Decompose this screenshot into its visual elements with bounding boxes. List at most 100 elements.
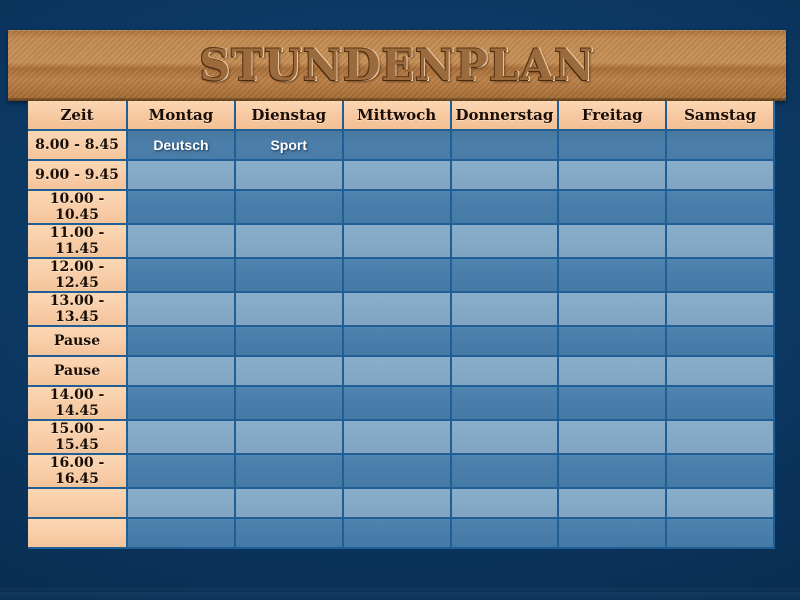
table-row: 9.00 - 9.45: [28, 161, 775, 191]
time-slot-cell[interactable]: 14.00 - 14.45: [28, 387, 129, 421]
subject-cell[interactable]: [559, 327, 668, 357]
time-slot-cell[interactable]: Pause: [28, 327, 129, 357]
subject-cell[interactable]: [451, 161, 560, 191]
subject-cell[interactable]: [235, 259, 344, 293]
subject-cell[interactable]: Sport: [235, 131, 344, 161]
header-row: Zeit Montag Dienstag Mittwoch Donnerstag…: [28, 101, 775, 131]
subject-cell[interactable]: [343, 455, 452, 489]
subject-cell[interactable]: [235, 327, 344, 357]
table-row: 16.00 - 16.45: [28, 455, 775, 489]
subject-cell[interactable]: [667, 225, 775, 259]
subject-cell[interactable]: [667, 161, 775, 191]
time-slot-cell[interactable]: 9.00 - 9.45: [28, 161, 129, 191]
time-slot-cell[interactable]: 13.00 - 13.45: [28, 293, 129, 327]
subject-cell[interactable]: [451, 191, 560, 225]
subject-cell[interactable]: [559, 293, 668, 327]
timetable-body: 8.00 - 8.45 Deutsch Sport 9.00 - 9.45 10.00 …: [28, 131, 775, 549]
subject-cell[interactable]: [128, 225, 236, 259]
subject-cell[interactable]: [559, 489, 668, 519]
subject-cell[interactable]: [235, 161, 344, 191]
subject-cell[interactable]: [235, 455, 344, 489]
subject-cell[interactable]: [667, 131, 775, 161]
subject-cell[interactable]: [343, 387, 452, 421]
timetable-header: Zeit Montag Dienstag Mittwoch Donnerstag…: [28, 101, 775, 131]
time-slot-cell[interactable]: [28, 519, 129, 549]
subject-cell[interactable]: [667, 191, 775, 225]
subject-cell[interactable]: [559, 357, 668, 387]
subject-cell[interactable]: [559, 421, 668, 455]
subject-cell[interactable]: [128, 259, 236, 293]
subject-cell[interactable]: [235, 357, 344, 387]
subject-cell[interactable]: [343, 259, 452, 293]
subject-cell[interactable]: [667, 259, 775, 293]
subject-cell[interactable]: [667, 293, 775, 327]
subject-cell[interactable]: [128, 161, 236, 191]
subject-cell[interactable]: [451, 421, 560, 455]
subject-cell[interactable]: [451, 259, 560, 293]
subject-cell[interactable]: [128, 327, 236, 357]
subject-cell[interactable]: [343, 421, 452, 455]
subject-cell[interactable]: [451, 357, 560, 387]
subject-cell[interactable]: [343, 191, 452, 225]
subject-cell[interactable]: [559, 519, 668, 549]
subject-cell[interactable]: [451, 455, 560, 489]
subject-cell[interactable]: [667, 357, 775, 387]
subject-cell[interactable]: [235, 421, 344, 455]
subject-cell[interactable]: [559, 259, 668, 293]
table-row: 14.00 - 14.45: [28, 387, 775, 421]
subject-cell[interactable]: [667, 387, 775, 421]
subject-cell[interactable]: [451, 293, 560, 327]
subject-cell[interactable]: [128, 421, 236, 455]
subject-cell[interactable]: [235, 191, 344, 225]
time-slot-cell[interactable]: [28, 489, 129, 519]
subject-cell[interactable]: [559, 455, 668, 489]
subject-cell[interactable]: [343, 293, 452, 327]
time-slot-cell[interactable]: 16.00 - 16.45: [28, 455, 129, 489]
subject-cell[interactable]: [451, 131, 560, 161]
subject-cell[interactable]: [667, 489, 775, 519]
time-slot-cell[interactable]: 11.00 - 11.45: [28, 225, 129, 259]
subject-cell[interactable]: [343, 131, 452, 161]
subject-cell[interactable]: [128, 293, 236, 327]
subject-cell[interactable]: [128, 519, 236, 549]
subject-cell[interactable]: [128, 489, 236, 519]
subject-cell[interactable]: [235, 225, 344, 259]
subject-cell[interactable]: [667, 327, 775, 357]
subject-cell[interactable]: [128, 357, 236, 387]
time-slot-cell[interactable]: 8.00 - 8.45: [28, 131, 129, 161]
subject-cell[interactable]: [343, 225, 452, 259]
table-row: 12.00 - 12.45: [28, 259, 775, 293]
subject-cell[interactable]: [559, 225, 668, 259]
subject-cell[interactable]: [235, 293, 344, 327]
time-slot-cell[interactable]: 12.00 - 12.45: [28, 259, 129, 293]
column-header-montag: Montag: [128, 101, 236, 131]
subject-cell[interactable]: [451, 519, 560, 549]
subject-cell[interactable]: [451, 225, 560, 259]
subject-cell[interactable]: [559, 161, 668, 191]
page-title: STUNDENPLAN: [199, 40, 595, 91]
subject-cell[interactable]: [343, 489, 452, 519]
subject-cell[interactable]: [235, 489, 344, 519]
subject-cell[interactable]: [235, 519, 344, 549]
subject-cell[interactable]: [451, 489, 560, 519]
subject-cell[interactable]: [667, 421, 775, 455]
subject-cell[interactable]: [128, 387, 236, 421]
subject-cell[interactable]: [667, 455, 775, 489]
subject-cell[interactable]: [451, 327, 560, 357]
subject-cell[interactable]: [128, 455, 236, 489]
time-slot-cell[interactable]: 15.00 - 15.45: [28, 421, 129, 455]
time-slot-cell[interactable]: 10.00 - 10.45: [28, 191, 129, 225]
subject-cell[interactable]: [128, 191, 236, 225]
subject-cell[interactable]: [343, 357, 452, 387]
subject-cell[interactable]: [559, 387, 668, 421]
time-slot-cell[interactable]: Pause: [28, 357, 129, 387]
subject-cell[interactable]: [343, 161, 452, 191]
subject-cell[interactable]: [235, 387, 344, 421]
subject-cell[interactable]: [559, 191, 668, 225]
subject-cell[interactable]: [667, 519, 775, 549]
subject-cell[interactable]: [343, 519, 452, 549]
subject-cell[interactable]: [451, 387, 560, 421]
subject-cell[interactable]: [559, 131, 668, 161]
subject-cell[interactable]: Deutsch: [128, 131, 236, 161]
subject-cell[interactable]: [343, 327, 452, 357]
